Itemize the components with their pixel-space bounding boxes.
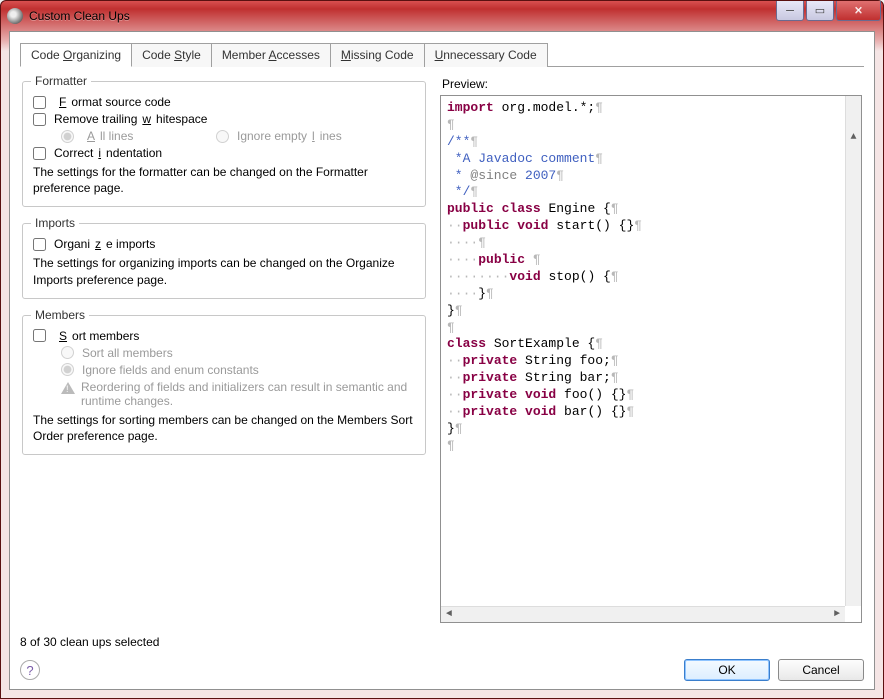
eclipse-icon — [7, 8, 23, 24]
imports-title: Imports — [31, 216, 79, 230]
members-group: Members Sort members Sort all members Ig… — [22, 315, 426, 455]
ignore-empty-radio: Ignore empty lines — [216, 129, 342, 143]
formatter-desc: The settings for the formatter can be ch… — [33, 164, 415, 196]
horizontal-scrollbar[interactable]: ◄ ► — [441, 606, 845, 622]
tab-code-organizing[interactable]: Code Organizing — [20, 43, 132, 67]
all-lines-radio: All lines — [61, 129, 211, 143]
vertical-scrollbar[interactable]: ▲ — [845, 96, 861, 606]
members-desc: The settings for sorting members can be … — [33, 412, 415, 444]
cancel-button[interactable]: Cancel — [778, 659, 864, 681]
members-title: Members — [31, 308, 89, 322]
sort-all-radio: Sort all members — [61, 346, 415, 360]
warning-icon — [61, 382, 75, 394]
tab-unnecessary-code[interactable]: Unnecessary Code — [424, 43, 548, 67]
imports-desc: The settings for organizing imports can … — [33, 255, 415, 287]
preview-label: Preview: — [442, 77, 862, 91]
correct-indentation-checkbox[interactable]: Correct indentation — [33, 146, 415, 160]
tab-code-style[interactable]: Code Style — [131, 43, 212, 67]
ok-button[interactable]: OK — [684, 659, 770, 681]
scroll-left-icon[interactable]: ◄ — [441, 607, 457, 622]
organize-imports-checkbox[interactable]: Organize imports — [33, 237, 415, 251]
client-area: Code Organizing Code Style Member Access… — [9, 31, 875, 690]
window-title: Custom Clean Ups — [29, 9, 130, 23]
close-button[interactable]: ✕ — [836, 1, 881, 21]
formatter-title: Formatter — [31, 74, 91, 88]
help-button[interactable]: ? — [20, 660, 40, 680]
tab-missing-code[interactable]: Missing Code — [330, 43, 425, 67]
scroll-right-icon[interactable]: ► — [829, 607, 845, 622]
sort-members-checkbox[interactable]: Sort members — [33, 329, 415, 343]
imports-group: Imports Organize imports The settings fo… — [22, 223, 426, 298]
minimize-button[interactable]: ─ — [776, 1, 804, 21]
format-source-checkbox[interactable]: Format source code — [33, 95, 415, 109]
tab-bar: Code Organizing Code Style Member Access… — [20, 42, 864, 67]
remove-whitespace-checkbox[interactable]: Remove trailing whitespace — [33, 112, 415, 126]
preview-pane: import org.model.*;¶ ¶ /**¶ *A Javadoc c… — [440, 95, 862, 623]
maximize-button[interactable]: ▭ — [806, 1, 834, 21]
titlebar[interactable]: Custom Clean Ups ─ ▭ ✕ — [1, 1, 883, 31]
dialog-window: Custom Clean Ups ─ ▭ ✕ Code Organizing C… — [0, 0, 884, 699]
scroll-up-icon[interactable]: ▲ — [846, 130, 861, 146]
formatter-group: Formatter Format source code Remove trai… — [22, 81, 426, 207]
ignore-fields-radio: Ignore fields and enum constants — [61, 363, 415, 377]
tab-member-accesses[interactable]: Member Accesses — [211, 43, 331, 67]
sort-warning: Reordering of fields and initializers ca… — [61, 380, 415, 408]
status-text: 8 of 30 clean ups selected — [20, 635, 864, 649]
